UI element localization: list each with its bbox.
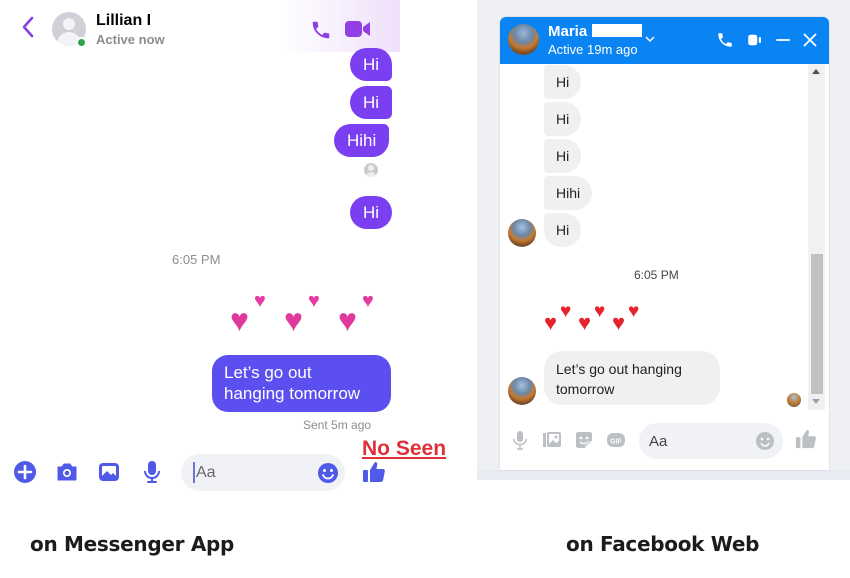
message-bubble[interactable]: Hi <box>544 102 582 136</box>
message-line: hanging tomorrow <box>224 384 361 403</box>
sent-status: Sent 5m ago <box>303 418 372 432</box>
chevron-down-icon[interactable] <box>645 35 655 43</box>
phone-icon[interactable] <box>310 19 332 41</box>
message-line: Let’s go out <box>224 363 312 382</box>
message-bubble[interactable]: Hi <box>544 139 582 173</box>
message-bubble[interactable]: Hi <box>350 196 393 229</box>
scroll-down-arrow[interactable] <box>812 399 820 404</box>
contact-name: Lillian I <box>96 12 152 29</box>
microphone-icon[interactable] <box>510 430 530 450</box>
image-icon[interactable] <box>97 460 121 484</box>
redacted-surname <box>592 24 642 37</box>
chat-messages: Hi Hi Hi Hihi Hi 6:05 PM ♥ ♥ ♥ ♥ ♥ ♥ Let… <box>500 64 829 470</box>
message-line: tomorrow <box>556 381 615 397</box>
contact-status: Active now <box>96 32 165 47</box>
phone-icon[interactable] <box>716 31 734 49</box>
timestamp: 6:05 PM <box>172 252 221 267</box>
gif-icon[interactable]: GIF <box>606 430 626 450</box>
thumbs-up-icon[interactable] <box>362 460 386 484</box>
message-bubble-last[interactable]: Let’s go out hanging tomorrow <box>544 351 720 405</box>
heart-emoji: ♥ <box>612 310 626 335</box>
message-line: Let’s go out hanging <box>556 361 682 377</box>
sticker-icon[interactable] <box>574 430 594 450</box>
gif-label: GIF <box>610 439 622 446</box>
message-bubble[interactable]: Hi <box>350 48 393 81</box>
plus-icon[interactable] <box>13 460 37 484</box>
caption-messenger-app: on Messenger App <box>30 532 235 556</box>
microphone-icon[interactable] <box>140 460 164 484</box>
message-input-placeholder: Aa <box>196 464 216 481</box>
heart-emoji: ♥ <box>594 301 606 322</box>
caption-facebook-web: on Facebook Web <box>566 532 760 556</box>
no-seen-annotation: No Seen <box>362 437 447 460</box>
image-icon[interactable] <box>542 430 562 450</box>
video-camera-icon[interactable] <box>746 31 764 49</box>
emoji-icon[interactable] <box>755 431 775 451</box>
messenger-app-screenshot: Lillian I Active now Hi Hi Hihi Hi 6:05 … <box>0 0 460 500</box>
message-input[interactable]: Aa <box>639 423 783 459</box>
timestamp: 6:05 PM <box>634 268 679 282</box>
text-caret <box>193 462 195 483</box>
message-bubble[interactable]: Hi <box>350 86 393 119</box>
video-camera-icon[interactable] <box>345 20 371 38</box>
facebook-chat-window: Maria Active 19m ago Hi Hi Hi Hihi Hi 6:… <box>500 17 829 470</box>
contact-status: Active 19m ago <box>548 42 638 57</box>
contact-name[interactable]: Maria <box>548 23 587 40</box>
chat-scrollbar[interactable] <box>808 64 825 410</box>
emoji-icon[interactable] <box>317 462 339 484</box>
message-input[interactable]: Aa <box>181 454 345 491</box>
sender-avatar[interactable] <box>508 219 536 247</box>
heart-emoji: ♥ <box>560 301 572 322</box>
online-indicator <box>76 37 87 48</box>
message-bubble[interactable]: Hihi <box>544 176 593 210</box>
heart-emoji: ♥ <box>578 310 592 335</box>
heart-emoji: ♥ <box>544 310 558 335</box>
scroll-up-arrow[interactable] <box>812 69 820 74</box>
thumbs-up-icon[interactable] <box>795 428 817 450</box>
close-icon[interactable] <box>801 31 819 49</box>
scrollbar-thumb[interactable] <box>811 254 823 394</box>
back-chevron-icon[interactable] <box>20 16 36 38</box>
web-page-footer-strip <box>477 470 850 480</box>
message-bubble[interactable]: Hi <box>544 65 582 99</box>
avatar[interactable] <box>508 24 539 55</box>
heart-emoji: ♥ <box>628 301 640 322</box>
message-bubble-last[interactable]: Let’s go out hanging tomorrow <box>212 355 391 412</box>
minimize-icon[interactable] <box>774 31 792 49</box>
message-bubble[interactable]: Hihi <box>334 124 390 157</box>
seen-receipt-avatar <box>787 393 801 407</box>
app-header: Lillian I Active now <box>0 0 400 52</box>
message-input-placeholder: Aa <box>649 433 668 450</box>
message-bubble[interactable]: Hi <box>544 213 582 247</box>
sender-avatar[interactable] <box>508 377 536 405</box>
chat-header[interactable]: Maria Active 19m ago <box>500 17 829 64</box>
camera-icon[interactable] <box>55 460 79 484</box>
read-receipt-avatar <box>364 163 378 177</box>
